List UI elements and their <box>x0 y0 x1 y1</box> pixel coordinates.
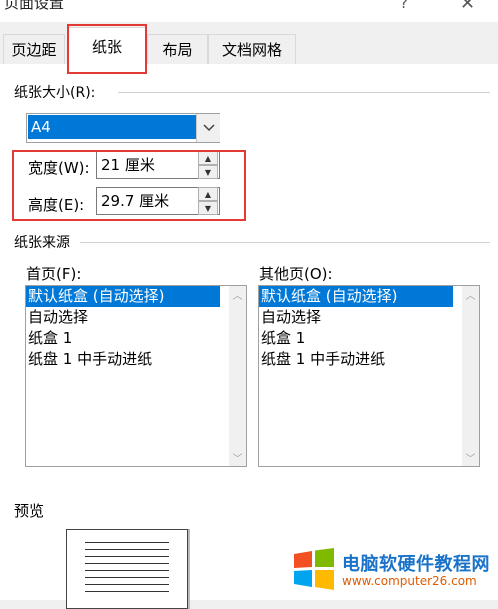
paper-source-group-label: 纸张来源 <box>14 235 70 251</box>
tab-margins[interactable]: 页边距 <box>3 34 65 64</box>
chevron-down-icon[interactable] <box>196 114 220 142</box>
tab-layout-label: 布局 <box>162 41 193 59</box>
list-item[interactable]: 自动选择 <box>26 307 246 328</box>
tab-layout[interactable]: 布局 <box>147 34 208 64</box>
chevron-up-icon[interactable]: ︿ <box>229 286 246 303</box>
chevron-up-icon[interactable]: ︿ <box>462 286 479 303</box>
tab-margins-label: 页边距 <box>11 41 57 59</box>
paper-size-divider <box>118 92 490 93</box>
list-item[interactable]: 自动选择 <box>259 307 479 328</box>
list-item[interactable]: 纸盒 1 <box>26 328 246 349</box>
tab-document-grid-label: 文档网格 <box>221 41 282 59</box>
first-page-list[interactable]: 默认纸盒 (自动选择) 自动选择 纸盒 1 纸盘 1 中手动进纸 <box>25 285 247 467</box>
window-title: 页面设置 <box>4 0 65 12</box>
paper-source-divider <box>80 242 490 243</box>
first-page-label: 首页(F): <box>26 265 82 283</box>
preview-page <box>66 529 188 609</box>
title-bar: 页面设置 ? ✕ <box>0 0 498 22</box>
watermark-title: 电脑软硬件教程网 <box>342 554 490 575</box>
watermark-url: www.computer26.com <box>342 574 477 588</box>
chevron-down-icon[interactable]: ﹀ <box>229 449 246 466</box>
other-pages-list[interactable]: 默认纸盒 (自动选择) 自动选择 纸盒 1 纸盘 1 中手动进纸 <box>258 285 480 467</box>
close-button[interactable]: ✕ <box>460 0 475 14</box>
first-page-scrollbar[interactable]: ︿ ﹀ <box>229 286 246 466</box>
paper-size-selected: A4 <box>28 115 196 139</box>
list-item[interactable]: 纸盘 1 中手动进纸 <box>26 349 246 370</box>
windows-logo-icon <box>294 548 334 590</box>
other-pages-label: 其他页(O): <box>259 265 333 283</box>
help-button[interactable]: ? <box>400 0 408 12</box>
list-item[interactable]: 默认纸盒 (自动选择) <box>259 286 453 307</box>
list-item[interactable]: 纸盘 1 中手动进纸 <box>259 349 479 370</box>
paper-size-group-label: 纸张大小(R): <box>14 85 96 101</box>
tab-document-grid[interactable]: 文档网格 <box>208 34 296 64</box>
tab-highlight-box <box>67 24 147 74</box>
preview-label: 预览 <box>14 502 45 520</box>
dimensions-highlight-box <box>12 150 246 221</box>
list-item[interactable]: 纸盒 1 <box>259 328 479 349</box>
chevron-down-icon[interactable]: ﹀ <box>462 449 479 466</box>
list-item[interactable]: 默认纸盒 (自动选择) <box>26 286 220 307</box>
other-pages-scrollbar[interactable]: ︿ ﹀ <box>462 286 479 466</box>
